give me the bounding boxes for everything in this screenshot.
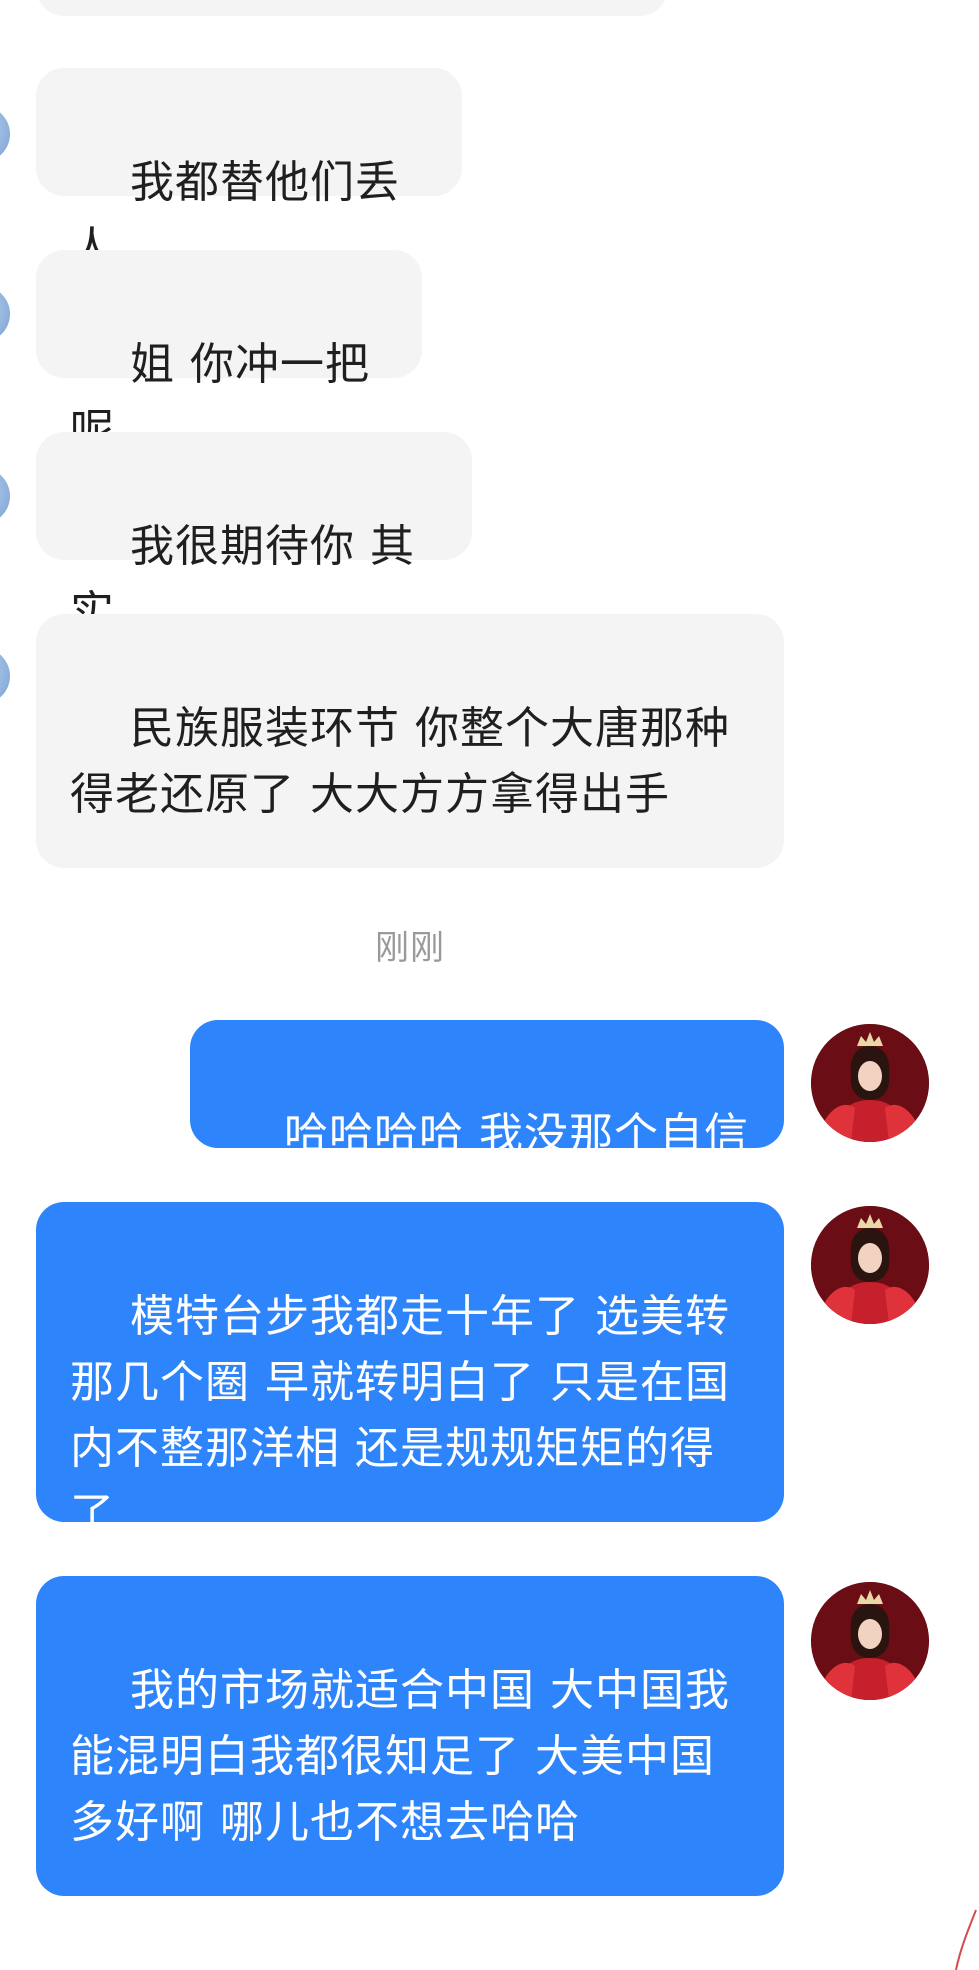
incoming-message-4[interactable]: 民族服装环节 你整个大唐那种 得老还原了 大大方方拿得出手: [36, 614, 784, 868]
outgoing-message-2[interactable]: 模特台步我都走十年了 选美转那几个圈 早就转明白了 只是在国内不整那洋相 还是规…: [36, 1202, 784, 1540]
chat-thread[interactable]: 我都替他们丢人 姐 你冲一把呢 我很期待你 其实 民族服装环节 你整个大唐那种 …: [0, 0, 979, 1970]
avatar-icon: [811, 1206, 929, 1324]
scribble-mark: [955, 1909, 977, 1970]
message-text: 我的市场就适合中国 大中国我能混明白我都很知足了 大美中国多好啊 哪儿也不想去哈…: [70, 1665, 730, 1848]
message-bubble-partial[interactable]: [36, 0, 668, 16]
contact-avatar[interactable]: [0, 648, 10, 704]
incoming-message-2[interactable]: 姐 你冲一把呢: [36, 250, 422, 456]
incoming-message-1[interactable]: 我都替他们丢人: [36, 68, 462, 274]
self-avatar[interactable]: [811, 1206, 929, 1324]
self-avatar[interactable]: [811, 1024, 929, 1142]
outgoing-message-1[interactable]: 哈哈哈哈 我没那个自信: [190, 1020, 784, 1160]
incoming-message-3[interactable]: 我很期待你 其实: [36, 432, 472, 638]
outgoing-message-3[interactable]: 我的市场就适合中国 大中国我能混明白我都很知足了 大美中国多好啊 哪儿也不想去哈…: [36, 1576, 784, 1896]
message-timestamp: 刚刚: [375, 928, 445, 968]
message-text: 民族服装环节 你整个大唐那种 得老还原了 大大方方拿得出手: [70, 703, 745, 820]
contact-avatar[interactable]: [0, 286, 10, 342]
message-text: 哈哈哈哈 我没那个自信: [283, 1109, 749, 1160]
message-text: 模特台步我都走十年了 选美转那几个圈 早就转明白了 只是在国内不整那洋相 还是规…: [70, 1291, 730, 1540]
self-avatar[interactable]: [811, 1582, 929, 1700]
contact-avatar[interactable]: [0, 106, 10, 162]
avatar-icon: [811, 1582, 929, 1700]
avatar-icon: [811, 1024, 929, 1142]
contact-avatar[interactable]: [0, 468, 10, 524]
